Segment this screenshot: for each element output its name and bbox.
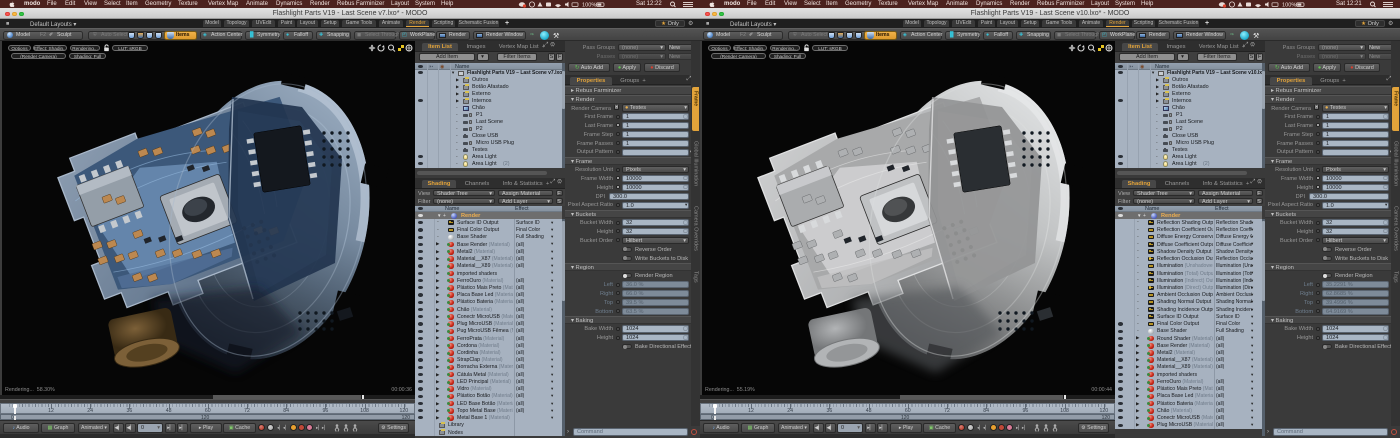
svg-text:100%: 100%: [582, 2, 596, 8]
svg-text:100%: 100%: [1282, 2, 1296, 8]
